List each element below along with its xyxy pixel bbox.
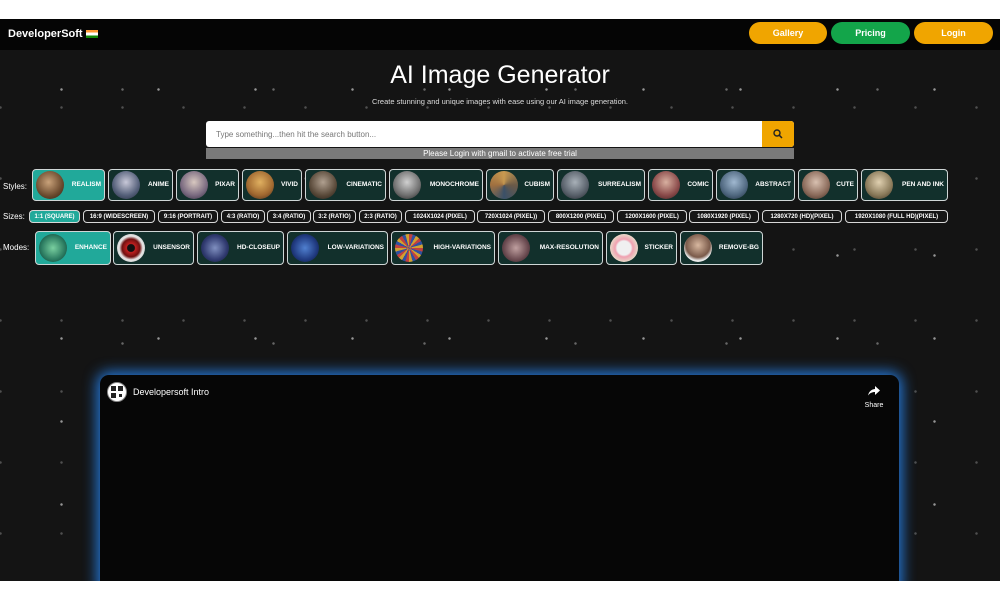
pixar-thumbnail: [180, 171, 208, 199]
sizes-label: Sizes:: [3, 212, 25, 221]
style-option-monochrome[interactable]: MONOCHROME: [389, 169, 483, 201]
page-title: AI Image Generator: [390, 61, 610, 89]
style-label: REALISM: [71, 181, 101, 188]
size-option[interactable]: 720X1024 (PIXEL)): [477, 210, 545, 223]
mode-option-max-resolution[interactable]: MAX-RESOLUTION: [498, 231, 603, 265]
size-option[interactable]: 4:3 (RATIO): [221, 210, 265, 223]
login-button[interactable]: Login: [914, 22, 993, 44]
mode-label: HD-CLOSEUP: [237, 244, 280, 251]
brand-name: DeveloperSoft: [8, 28, 83, 40]
style-option-realism[interactable]: REALISM: [32, 169, 105, 201]
style-label: ABSTRACT: [755, 181, 791, 188]
style-option-cinematic[interactable]: CINEMATIC: [305, 169, 386, 201]
login-notice: Please Login with gmail to activate free…: [206, 148, 794, 159]
india-flag-icon: [85, 30, 98, 38]
top-navbar: DeveloperSoft Gallery Pricing Login: [0, 19, 1000, 50]
style-option-pen-and-ink[interactable]: PEN AND INK: [861, 169, 948, 201]
page-background: DeveloperSoft Gallery Pricing Login AI I…: [0, 19, 1000, 581]
mode-option-remove-bg[interactable]: REMOVE-BG: [680, 231, 763, 265]
share-label: Share: [864, 402, 884, 409]
mode-option-low-variations[interactable]: LOW-VARIATIONS: [287, 231, 388, 265]
size-option[interactable]: 2:3 (RATIO): [359, 210, 402, 223]
mode-label: MAX-RESOLUTION: [539, 244, 599, 251]
style-label: CINEMATIC: [346, 181, 382, 188]
search-icon: [773, 129, 783, 139]
mode-label: REMOVE-BG: [718, 244, 759, 251]
cubism-thumbnail: [490, 171, 518, 199]
mode-label: LOW-VARIATIONS: [327, 244, 384, 251]
style-option-cubism[interactable]: CUBISM: [486, 169, 554, 201]
style-label: VIVID: [281, 181, 298, 188]
gallery-button[interactable]: Gallery: [749, 22, 827, 44]
mode-option-unsensor[interactable]: UNSENSOR: [113, 231, 194, 265]
style-label: SURREALISM: [598, 181, 641, 188]
max-resolution-thumbnail: [502, 234, 530, 262]
size-option[interactable]: 1:1 (SQUARE): [29, 210, 80, 223]
eye-thumbnail: [117, 234, 145, 262]
remove-bg-thumbnail: [684, 234, 712, 262]
size-option[interactable]: 1280X720 (HD)(PIXEL): [762, 210, 842, 223]
style-option-pixar[interactable]: PIXAR: [176, 169, 239, 201]
styles-label: Styles:: [3, 182, 28, 191]
page-subtitle: Create stunning and unique images with e…: [372, 97, 628, 106]
sticker-thumbnail: [610, 234, 638, 262]
cinematic-thumbnail: [309, 171, 337, 199]
size-option[interactable]: 16:9 (WIDESCREEN): [83, 210, 155, 223]
search-button[interactable]: [762, 121, 794, 147]
size-option[interactable]: 3:2 (RATIO): [313, 210, 356, 223]
vivid-thumbnail: [246, 171, 274, 199]
style-label: CUTE: [836, 181, 854, 188]
low-variations-thumbnail: [291, 234, 319, 262]
style-label: ANIME: [148, 181, 169, 188]
size-option[interactable]: 1200X1600 (PIXEL): [617, 210, 687, 223]
surrealism-thumbnail: [561, 171, 589, 199]
size-option[interactable]: 3:4 (RATIO): [267, 210, 311, 223]
size-option[interactable]: 800X1200 (PIXEL): [548, 210, 614, 223]
search-bar: [206, 121, 794, 147]
style-label: CUBISM: [524, 181, 550, 188]
channel-logo[interactable]: [107, 382, 127, 402]
style-label: PIXAR: [215, 181, 235, 188]
style-option-cute[interactable]: CUTE: [798, 169, 858, 201]
pricing-button[interactable]: Pricing: [831, 22, 910, 44]
style-option-surrealism[interactable]: SURREALISM: [557, 169, 645, 201]
high-variations-thumbnail: [395, 234, 423, 262]
comic-thumbnail: [652, 171, 680, 199]
share-button[interactable]: Share: [863, 383, 885, 409]
style-option-anime[interactable]: ANIME: [108, 169, 173, 201]
style-option-comic[interactable]: COMIC: [648, 169, 713, 201]
mode-label: HIGH-VARIATIONS: [433, 244, 491, 251]
mode-option-enhance[interactable]: ENHANCE: [35, 231, 111, 265]
size-option[interactable]: 9:16 (PORTRAIT): [158, 210, 218, 223]
enhance-thumbnail: [39, 234, 67, 262]
modes-label: Modes:: [3, 243, 30, 252]
mode-label: STICKER: [644, 244, 673, 251]
mode-option-sticker[interactable]: STICKER: [606, 231, 677, 265]
anime-thumbnail: [112, 171, 140, 199]
style-label: COMIC: [687, 181, 709, 188]
video-title[interactable]: Developersoft Intro: [133, 387, 209, 397]
style-option-vivid[interactable]: VIVID: [242, 169, 302, 201]
mode-option-high-variations[interactable]: HIGH-VARIATIONS: [391, 231, 495, 265]
style-label: PEN AND INK: [901, 181, 944, 188]
cute-thumbnail: [802, 171, 830, 199]
pen-and-ink-thumbnail: [865, 171, 893, 199]
size-option[interactable]: 1080X1920 (PIXEL): [689, 210, 759, 223]
prompt-input[interactable]: [206, 121, 762, 147]
brand-logo[interactable]: DeveloperSoft: [8, 28, 98, 40]
style-option-abstract[interactable]: ABSTRACT: [716, 169, 795, 201]
share-arrow-icon: [868, 386, 880, 396]
mode-label: ENHANCE: [74, 244, 107, 251]
style-label: MONOCHROME: [429, 181, 479, 188]
realism-thumbnail: [36, 171, 64, 199]
mode-option-hd-closeup[interactable]: HD-CLOSEUP: [197, 231, 284, 265]
mode-label: UNSENSOR: [153, 244, 190, 251]
monochrome-thumbnail: [393, 171, 421, 199]
abstract-thumbnail: [720, 171, 748, 199]
channel-logo-icon: [111, 386, 123, 398]
size-option[interactable]: 1920X1080 (FULL HD)(PIXEL): [845, 210, 948, 223]
video-player[interactable]: Developersoft Intro Share: [100, 375, 899, 581]
size-option[interactable]: 1024X1024 (PIXEL): [405, 210, 475, 223]
hd-closeup-thumbnail: [201, 234, 229, 262]
